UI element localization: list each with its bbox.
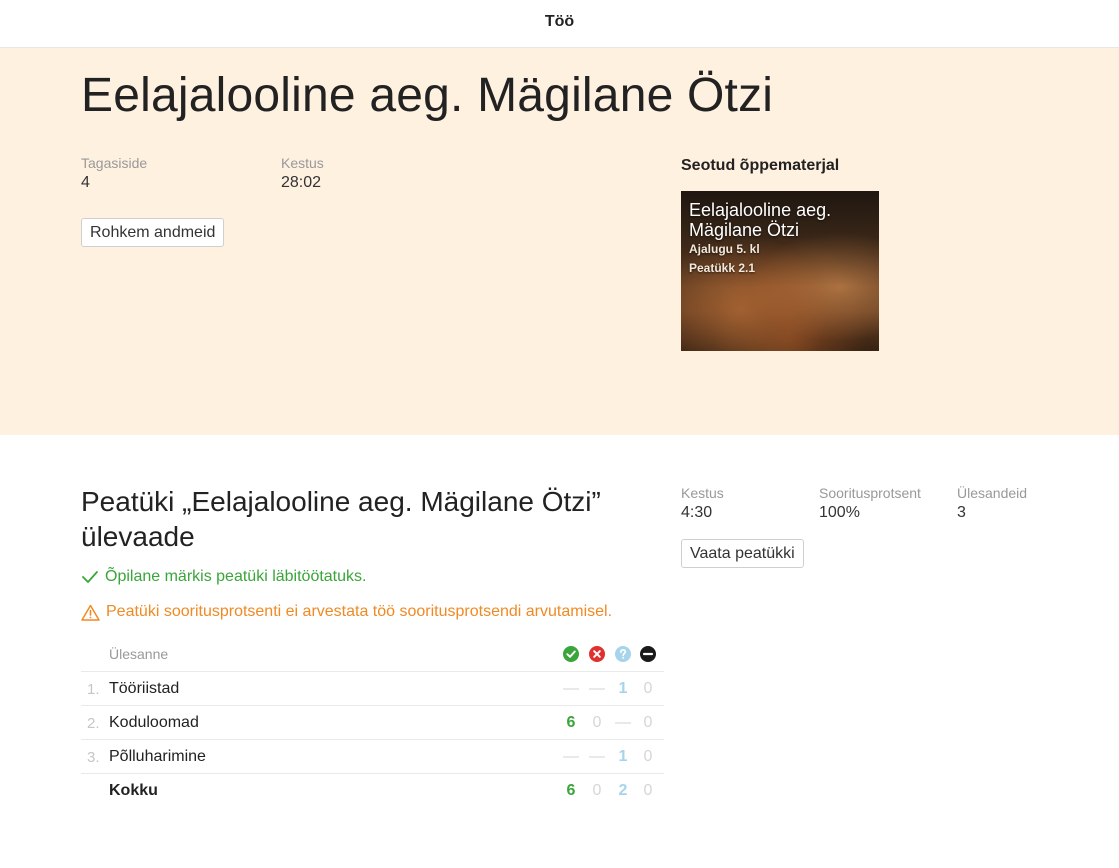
skipped-count: 0	[643, 680, 653, 697]
wrong-count: —	[589, 680, 605, 697]
hero-section: Eelajalooline aeg. Mägilane Ötzi Tagasis…	[0, 48, 1119, 435]
task-name: Tööriistad	[109, 680, 180, 697]
chapter-tasks: Ülesandeid 3	[957, 485, 1027, 522]
total-skipped: 0	[643, 782, 653, 799]
completed-notice: Õpilane märkis peatüki läbitöötatuks.	[81, 568, 366, 586]
table-total-row: Kokku 6 0 2 0	[81, 774, 664, 808]
table-header-row: Ülesanne	[81, 638, 664, 672]
chapter-duration-value: 4:30	[681, 504, 713, 521]
check-icon	[82, 571, 98, 583]
duration-value: 28:02	[281, 174, 322, 191]
skipped-icon	[639, 646, 657, 667]
correct-count: —	[563, 748, 579, 765]
duration-label: Kestus	[281, 155, 324, 171]
row-number: 3.	[87, 749, 100, 766]
chapter-score-label: Sooritusprotsent	[819, 485, 921, 501]
card-subject: Ajalugu 5. kl	[689, 242, 760, 256]
warning-notice-text: Peatüki sooritusprotsenti ei arvestata t…	[106, 603, 613, 620]
total-label: Kokku	[109, 782, 158, 799]
chapter-score-value: 100%	[819, 504, 860, 521]
correct-icon	[562, 646, 580, 667]
feedback-label: Tagasiside	[81, 155, 148, 171]
correct-count: —	[563, 680, 579, 697]
wrong-count: 0	[592, 714, 602, 731]
feedback-value: 4	[81, 174, 90, 191]
skipped-count: 0	[643, 714, 653, 731]
skipped-count: 0	[643, 748, 653, 765]
completed-notice-text: Õpilane märkis peatüki läbitöötatuks.	[105, 568, 367, 585]
task-name: Põlluharimine	[109, 748, 206, 765]
correct-count: 6	[566, 714, 576, 731]
warning-icon	[81, 604, 100, 621]
chapter-tasks-value: 3	[957, 504, 966, 521]
table-row[interactable]: 1. Tööriistad — — 1 0	[81, 672, 664, 706]
total-unknown: 2	[618, 782, 628, 799]
row-number: 1.	[87, 681, 100, 698]
wrong-icon	[588, 646, 606, 667]
task-name: Koduloomad	[109, 714, 199, 731]
chapter-tasks-label: Ülesandeid	[957, 485, 1028, 501]
unknown-count: 1	[618, 680, 628, 697]
total-wrong: 0	[592, 782, 602, 799]
feedback-meta: Tagasiside 4	[81, 155, 147, 192]
tasks-table: Ülesanne 1. Tööriistad — — 1 0 2. Kodulo…	[81, 638, 664, 808]
view-chapter-button[interactable]: Vaata peatükki	[681, 539, 804, 568]
chapter-score: Sooritusprotsent 100%	[819, 485, 921, 522]
wrong-count: —	[589, 748, 605, 765]
table-row[interactable]: 2. Koduloomad 6 0 — 0	[81, 706, 664, 740]
table-row[interactable]: 3. Põlluharimine — — 1 0	[81, 740, 664, 774]
related-material-heading: Seotud õppematerjal	[681, 157, 840, 174]
unknown-count: —	[615, 714, 631, 731]
related-material-card[interactable]: Eelajalooline aeg. Mägilane Ötzi Ajalugu…	[681, 191, 879, 351]
more-data-button[interactable]: Rohkem andmeid	[81, 218, 225, 247]
unknown-icon	[614, 646, 632, 667]
card-title: Eelajalooline aeg. Mägilane Ötzi	[689, 200, 832, 240]
top-bar: Töö	[0, 0, 1119, 48]
card-chapter: Peatükk 2.1	[689, 261, 756, 275]
row-number: 2.	[87, 715, 100, 732]
task-column-header: Ülesanne	[109, 646, 169, 662]
total-correct: 6	[566, 782, 576, 799]
chapter-overview-title: Peatüki „Eelajalooline aeg. Mägilane Ötz…	[81, 486, 601, 552]
warning-notice: Peatüki sooritusprotsenti ei arvestata t…	[81, 603, 612, 621]
page-header-title: Töö	[544, 13, 575, 30]
page-title: Eelajalooline aeg. Mägilane Ötzi	[81, 69, 774, 122]
chapter-duration-label: Kestus	[681, 485, 724, 501]
duration-meta: Kestus 28:02	[281, 155, 324, 192]
chapter-duration: Kestus 4:30	[681, 485, 724, 522]
unknown-count: 1	[618, 748, 628, 765]
